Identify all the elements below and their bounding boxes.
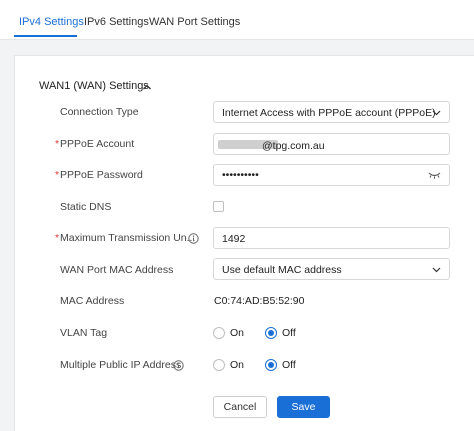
- tab-bar: IPv4 Settings IPv6 Settings WAN Port Set…: [0, 0, 474, 40]
- cancel-button[interactable]: Cancel: [213, 396, 267, 418]
- tabs-divider: [0, 39, 474, 40]
- mac-address-label: MAC Address: [60, 295, 125, 307]
- multiple-public-ip-label: Multiple Public IP Address: [60, 359, 182, 371]
- chevron-down-icon: [432, 267, 441, 273]
- wan-port-mac-select[interactable]: Use default MAC address: [213, 258, 450, 280]
- mac-address-value: C0:74:AD:B5:52:90: [214, 295, 305, 307]
- multiple-public-ip-on-radio[interactable]: [213, 359, 225, 371]
- pppoe-account-label: PPPoE Account: [60, 138, 135, 150]
- tab-ipv4-settings[interactable]: IPv4 Settings: [19, 16, 84, 28]
- active-tab-indicator: [14, 35, 77, 37]
- pppoe-account-input[interactable]: [213, 133, 450, 155]
- eye-closed-icon[interactable]: [428, 170, 441, 181]
- multiple-public-ip-on-label: On: [230, 359, 245, 371]
- vlan-tag-off-label: Off: [282, 327, 296, 339]
- info-icon[interactable]: [188, 233, 199, 244]
- chevron-down-icon: [432, 110, 441, 116]
- required-mark: *: [55, 232, 60, 244]
- save-button[interactable]: Save: [277, 396, 330, 418]
- mtu-label: Maximum Transmission Un...: [60, 232, 196, 244]
- pppoe-password-input[interactable]: ••••••••••: [213, 164, 450, 186]
- tab-ipv6-settings[interactable]: IPv6 Settings: [84, 16, 149, 28]
- pppoe-password-value: ••••••••••: [222, 169, 259, 181]
- info-icon[interactable]: [173, 360, 184, 371]
- wan-port-mac-label: WAN Port MAC Address: [60, 264, 174, 276]
- wan-port-mac-value: Use default MAC address: [222, 264, 342, 276]
- connection-type-select[interactable]: Internet Access with PPPoE account (PPPo…: [213, 101, 450, 123]
- connection-type-label: Connection Type: [60, 106, 139, 118]
- required-mark: *: [55, 138, 60, 150]
- multiple-public-ip-off-label: Off: [282, 359, 296, 371]
- vlan-tag-label: VLAN Tag: [60, 327, 108, 339]
- pppoe-password-label: PPPoE Password: [60, 169, 143, 181]
- vlan-tag-on-radio[interactable]: [213, 327, 225, 339]
- chevron-up-icon[interactable]: [141, 81, 153, 93]
- static-dns-label: Static DNS: [60, 201, 112, 213]
- vlan-tag-off-radio[interactable]: [265, 327, 277, 339]
- mtu-value: 1492: [222, 233, 246, 245]
- connection-type-value: Internet Access with PPPoE account (PPPo…: [222, 107, 436, 119]
- vlan-tag-on-label: On: [230, 327, 245, 339]
- required-mark: *: [55, 169, 60, 181]
- static-dns-checkbox[interactable]: [213, 201, 224, 212]
- mtu-input[interactable]: 1492: [213, 227, 450, 249]
- pppoe-account-domain: @tpg.com.au: [262, 140, 325, 152]
- tab-wan-port-settings[interactable]: WAN Port Settings: [149, 16, 240, 28]
- multiple-public-ip-off-radio[interactable]: [265, 359, 277, 371]
- section-title: WAN1 (WAN) Settings: [39, 80, 149, 92]
